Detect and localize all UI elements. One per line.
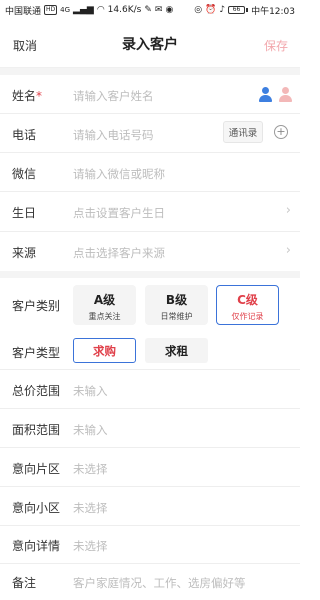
area-range-label: 面积范围 — [12, 423, 61, 437]
name-row[interactable]: 姓名* 请输入客户姓名 — [0, 75, 300, 114]
chevron-right-icon: › — [285, 243, 291, 258]
wifi-icon: ◠ — [96, 4, 105, 15]
category-desc: 仅作记录 — [231, 312, 264, 321]
details-row[interactable]: 意向详情 未选择 — [0, 526, 300, 564]
area-range-input[interactable]: 未输入 — [73, 422, 108, 438]
cancel-button[interactable]: 取消 — [13, 37, 37, 54]
eye-icon: ◎ — [194, 4, 203, 15]
name-label: 姓名* — [12, 89, 43, 103]
phone-input[interactable]: 请输入电话号码 — [73, 127, 154, 143]
price-range-input[interactable]: 未输入 — [73, 383, 108, 399]
details-label: 意向详情 — [12, 539, 61, 553]
community-row[interactable]: 意向小区 未选择 — [0, 487, 300, 526]
type-option-rent[interactable]: 求租 — [145, 338, 208, 363]
category-option-b[interactable]: B级 日常维护 — [145, 285, 208, 325]
birthday-row[interactable]: 生日 点击设置客户生日 › — [0, 192, 300, 232]
category-label: 客户类别 — [12, 299, 61, 313]
wechat-label: 微信 — [12, 167, 37, 181]
alarm-icon: ⏰ — [205, 4, 217, 15]
app-icon: ◉ — [165, 4, 174, 15]
birthday-picker[interactable]: 点击设置客户生日 — [73, 205, 165, 221]
message-icon: ✉ — [154, 4, 163, 15]
status-left: 中国联通 HD 4G ▂▄▆ ◠ 14.6K/s ✎ ✉ ◉ — [5, 4, 173, 17]
notification-icon: ✎ — [144, 4, 152, 15]
section-divider — [0, 271, 300, 278]
category-level: A级 — [93, 293, 116, 307]
male-icon[interactable] — [258, 87, 272, 102]
chevron-right-icon: › — [285, 203, 291, 218]
community-label: 意向小区 — [12, 501, 61, 515]
category-level: B级 — [165, 293, 188, 307]
carrier-text: 中国联通 — [5, 6, 42, 17]
clock-text: 中午12:03 — [251, 6, 295, 17]
speed-text: 14.6K/s — [107, 5, 142, 15]
price-range-row[interactable]: 总价范围 未输入 — [0, 370, 300, 409]
price-range-label: 总价范围 — [12, 384, 61, 398]
battery-level: 66 — [228, 6, 246, 14]
name-input[interactable]: 请输入客户姓名 — [73, 88, 154, 104]
wechat-row[interactable]: 微信 请输入微信或昵称 — [0, 153, 300, 192]
category-desc: 日常维护 — [160, 312, 193, 321]
district-row[interactable]: 意向片区 未选择 — [0, 448, 300, 487]
battery-icon: 66 — [228, 6, 249, 14]
source-label: 来源 — [12, 246, 37, 260]
nav-bar: 取消 录入客户 保存 — [0, 20, 300, 68]
category-option-a[interactable]: A级 重点关注 — [73, 285, 136, 325]
network-text: 4G — [60, 6, 71, 14]
save-button[interactable]: 保存 — [264, 37, 288, 54]
status-bar: 中国联通 HD 4G ▂▄▆ ◠ 14.6K/s ✎ ✉ ◉ ◎ ⏰ ♪ 66 … — [0, 0, 300, 20]
contacts-button[interactable]: 通讯录 — [223, 121, 263, 143]
source-picker[interactable]: 点击选择客户来源 — [73, 245, 165, 261]
community-picker[interactable]: 未选择 — [73, 500, 108, 516]
remark-label: 备注 — [12, 576, 37, 590]
section-divider — [0, 68, 300, 75]
plus-circle-icon[interactable]: + — [274, 125, 288, 139]
female-icon[interactable] — [278, 87, 292, 102]
category-level: C级 — [237, 293, 258, 307]
details-picker[interactable]: 未选择 — [73, 538, 108, 554]
required-mark: * — [36, 89, 43, 103]
status-right: ◎ ⏰ ♪ 66 中午12:03 — [194, 4, 295, 17]
wechat-input[interactable]: 请输入微信或昵称 — [73, 166, 165, 182]
district-label: 意向片区 — [12, 462, 61, 476]
page-title: 录入客户 — [122, 36, 178, 53]
birthday-label: 生日 — [12, 206, 37, 220]
category-option-c[interactable]: C级 仅作记录 — [216, 285, 279, 325]
district-picker[interactable]: 未选择 — [73, 461, 108, 477]
remark-input[interactable]: 客户家庭情况、工作、选房偏好等 — [73, 575, 246, 591]
category-desc: 重点关注 — [88, 312, 121, 321]
signal-icon: ▂▄▆ — [73, 4, 94, 15]
area-range-row[interactable]: 面积范围 未输入 — [0, 409, 300, 448]
mute-icon: ♪ — [219, 4, 226, 15]
hd-badge: HD — [44, 5, 58, 15]
phone-label: 电话 — [12, 128, 37, 142]
type-option-buy[interactable]: 求购 — [73, 338, 136, 363]
source-row[interactable]: 来源 点击选择客户来源 › — [0, 232, 300, 271]
remark-row[interactable]: 备注 客户家庭情况、工作、选房偏好等 — [0, 564, 300, 600]
type-label: 客户类型 — [12, 346, 61, 360]
